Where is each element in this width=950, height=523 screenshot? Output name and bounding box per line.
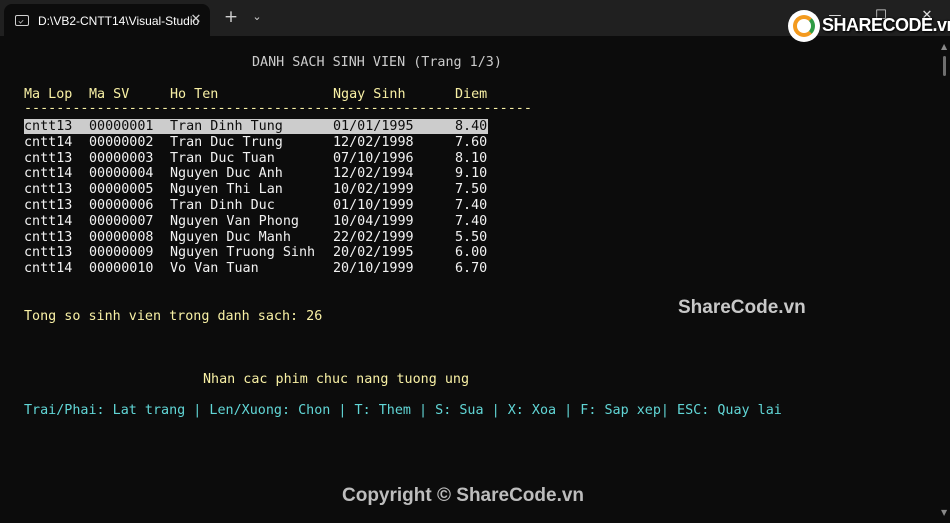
header-separator: ----------------------------------------… bbox=[24, 101, 532, 116]
table-row[interactable]: cntt13 00000008 Nguyen Duc Manh 22/02/1999 5… bbox=[24, 230, 488, 245]
cell-ma-sv: 00000010 bbox=[89, 261, 154, 277]
cell-ma-lop: cntt13 bbox=[24, 198, 73, 213]
scroll-thumb[interactable] bbox=[943, 56, 946, 76]
copyright-watermark: Copyright © ShareCode.vn bbox=[342, 485, 585, 506]
cell-ma-lop: cntt13 bbox=[24, 182, 73, 198]
cell-ngay-sinh: 10/04/1999 bbox=[333, 213, 414, 229]
table-row[interactable]: cntt13 00000009 Nguyen Truong Sinh 20/02/19… bbox=[24, 245, 488, 260]
table-row[interactable]: cntt14 00000002 Tran Duc Trung 12/02/1998 7.… bbox=[24, 135, 488, 150]
cell-ma-lop: cntt14 bbox=[24, 166, 73, 182]
total-count: Tong so sinh vien trong danh sach: 26 bbox=[24, 309, 323, 324]
cell-ho-ten: Tran Dinh Duc bbox=[170, 198, 275, 213]
logo-text: SHARECODE.vn bbox=[822, 15, 950, 35]
cell-ma-sv: 00000005 bbox=[89, 182, 154, 198]
cell-diem: 7.40 bbox=[455, 198, 488, 213]
cell-ma-sv: 00000001 bbox=[89, 119, 154, 134]
table-row[interactable]: cntt13 00000006 Tran Dinh Duc 01/10/1999 7.4… bbox=[24, 198, 488, 213]
table-row[interactable]: cntt14 00000010 Vo Van Tuan 20/10/1999 6.70 bbox=[24, 261, 488, 276]
table-row[interactable]: cntt13 00000005 Nguyen Thi Lan 10/02/1999 7.… bbox=[24, 182, 488, 197]
cell-ho-ten: Vo Van Tuan bbox=[170, 261, 259, 277]
table-row[interactable]: cntt14 00000004 Nguyen Duc Anh 12/02/1994 9.… bbox=[24, 166, 488, 181]
help-bar: Trai/Phai: Lat trang | Len/Xuong: Chon |… bbox=[24, 403, 782, 418]
cell-ma-lop: cntt14 bbox=[24, 213, 73, 229]
cell-ngay-sinh: 10/02/1999 bbox=[333, 182, 414, 198]
cell-ngay-sinh: 22/02/1999 bbox=[333, 229, 414, 245]
cell-diem: 7.50 bbox=[455, 182, 488, 198]
cell-diem: 8.10 bbox=[455, 150, 488, 166]
cell-ngay-sinh: 20/10/1999 bbox=[333, 261, 414, 277]
watermark-text: ShareCode.vn bbox=[678, 297, 806, 318]
cell-ngay-sinh: 07/10/1996 bbox=[333, 150, 414, 166]
prompt-text: Nhan cac phim chuc nang tuong ung bbox=[203, 372, 470, 387]
cell-ho-ten: Nguyen Truong Sinh bbox=[170, 245, 316, 261]
logo-mark-icon bbox=[788, 10, 820, 42]
cell-ma-sv: 00000002 bbox=[89, 134, 154, 150]
tab-title: D:\VB2-CNTT14\Visual-Studio bbox=[38, 14, 200, 28]
cell-ma-lop: cntt13 bbox=[24, 245, 73, 261]
chevron-down-icon[interactable]: ⌄ bbox=[248, 6, 266, 28]
cell-diem: 7.40 bbox=[455, 213, 488, 229]
cell-ma-lop: cntt13 bbox=[24, 229, 73, 245]
cell-ho-ten: Nguyen Thi Lan bbox=[170, 182, 283, 198]
cell-ho-ten: Tran Duc Tuan bbox=[170, 150, 275, 166]
cell-diem: 6.00 bbox=[455, 245, 488, 261]
new-tab-button[interactable]: + bbox=[220, 6, 242, 28]
cell-ho-ten: Nguyen Van Phong bbox=[170, 213, 299, 229]
cell-ho-ten: Nguyen Duc Manh bbox=[170, 229, 291, 245]
cell-diem: 8.40 bbox=[455, 119, 488, 134]
cell-ho-ten: Nguyen Duc Anh bbox=[170, 166, 283, 182]
scroll-down-icon[interactable]: ▼ bbox=[941, 508, 947, 517]
cell-ma-lop: cntt13 bbox=[24, 150, 73, 166]
cell-ngay-sinh: 01/01/1995 bbox=[333, 119, 414, 134]
cell-diem: 6.70 bbox=[455, 261, 488, 277]
scrollbar[interactable] bbox=[940, 40, 948, 520]
cell-ma-sv: 00000009 bbox=[89, 245, 154, 261]
table-row[interactable]: cntt13 00000003 Tran Duc Tuan 07/10/1996 8.1… bbox=[24, 151, 488, 166]
cell-ngay-sinh: 20/02/1995 bbox=[333, 245, 414, 261]
cell-ma-sv: 00000006 bbox=[89, 198, 154, 213]
cell-ngay-sinh: 01/10/1999 bbox=[333, 198, 414, 213]
cell-ngay-sinh: 12/02/1998 bbox=[333, 134, 414, 150]
cell-diem: 7.60 bbox=[455, 134, 488, 150]
page-title: DANH SACH SINH VIEN (Trang 1/3) bbox=[252, 55, 502, 70]
cell-ho-ten: Tran Dinh Tung bbox=[170, 119, 283, 134]
cell-ho-ten: Tran Duc Trung bbox=[170, 134, 283, 150]
cell-ma-sv: 00000004 bbox=[89, 166, 154, 182]
table-row[interactable]: cntt13 00000001 Tran Dinh Tung 01/01/1995 8.… bbox=[24, 119, 488, 134]
scroll-up-icon[interactable]: ▲ bbox=[941, 42, 947, 51]
cell-diem: 9.10 bbox=[455, 166, 488, 182]
console-icon bbox=[15, 15, 29, 26]
cell-ma-sv: 00000008 bbox=[89, 229, 154, 245]
sharecode-logo: SHARECODE.vn bbox=[788, 10, 950, 42]
cell-ngay-sinh: 12/02/1994 bbox=[333, 166, 414, 182]
cell-diem: 5.50 bbox=[455, 229, 488, 245]
table-row[interactable]: cntt14 00000007 Nguyen Van Phong 10/04/1999… bbox=[24, 214, 488, 229]
cell-ma-sv: 00000007 bbox=[89, 213, 154, 229]
cell-ma-sv: 00000003 bbox=[89, 150, 154, 166]
terminal-tab[interactable]: D:\VB2-CNTT14\Visual-Studio ✕ bbox=[4, 4, 210, 36]
cell-ma-lop: cntt14 bbox=[24, 134, 73, 150]
cell-ma-lop: cntt13 bbox=[24, 119, 73, 134]
cell-ma-lop: cntt14 bbox=[24, 261, 73, 277]
tab-close-icon[interactable]: ✕ bbox=[186, 10, 206, 30]
